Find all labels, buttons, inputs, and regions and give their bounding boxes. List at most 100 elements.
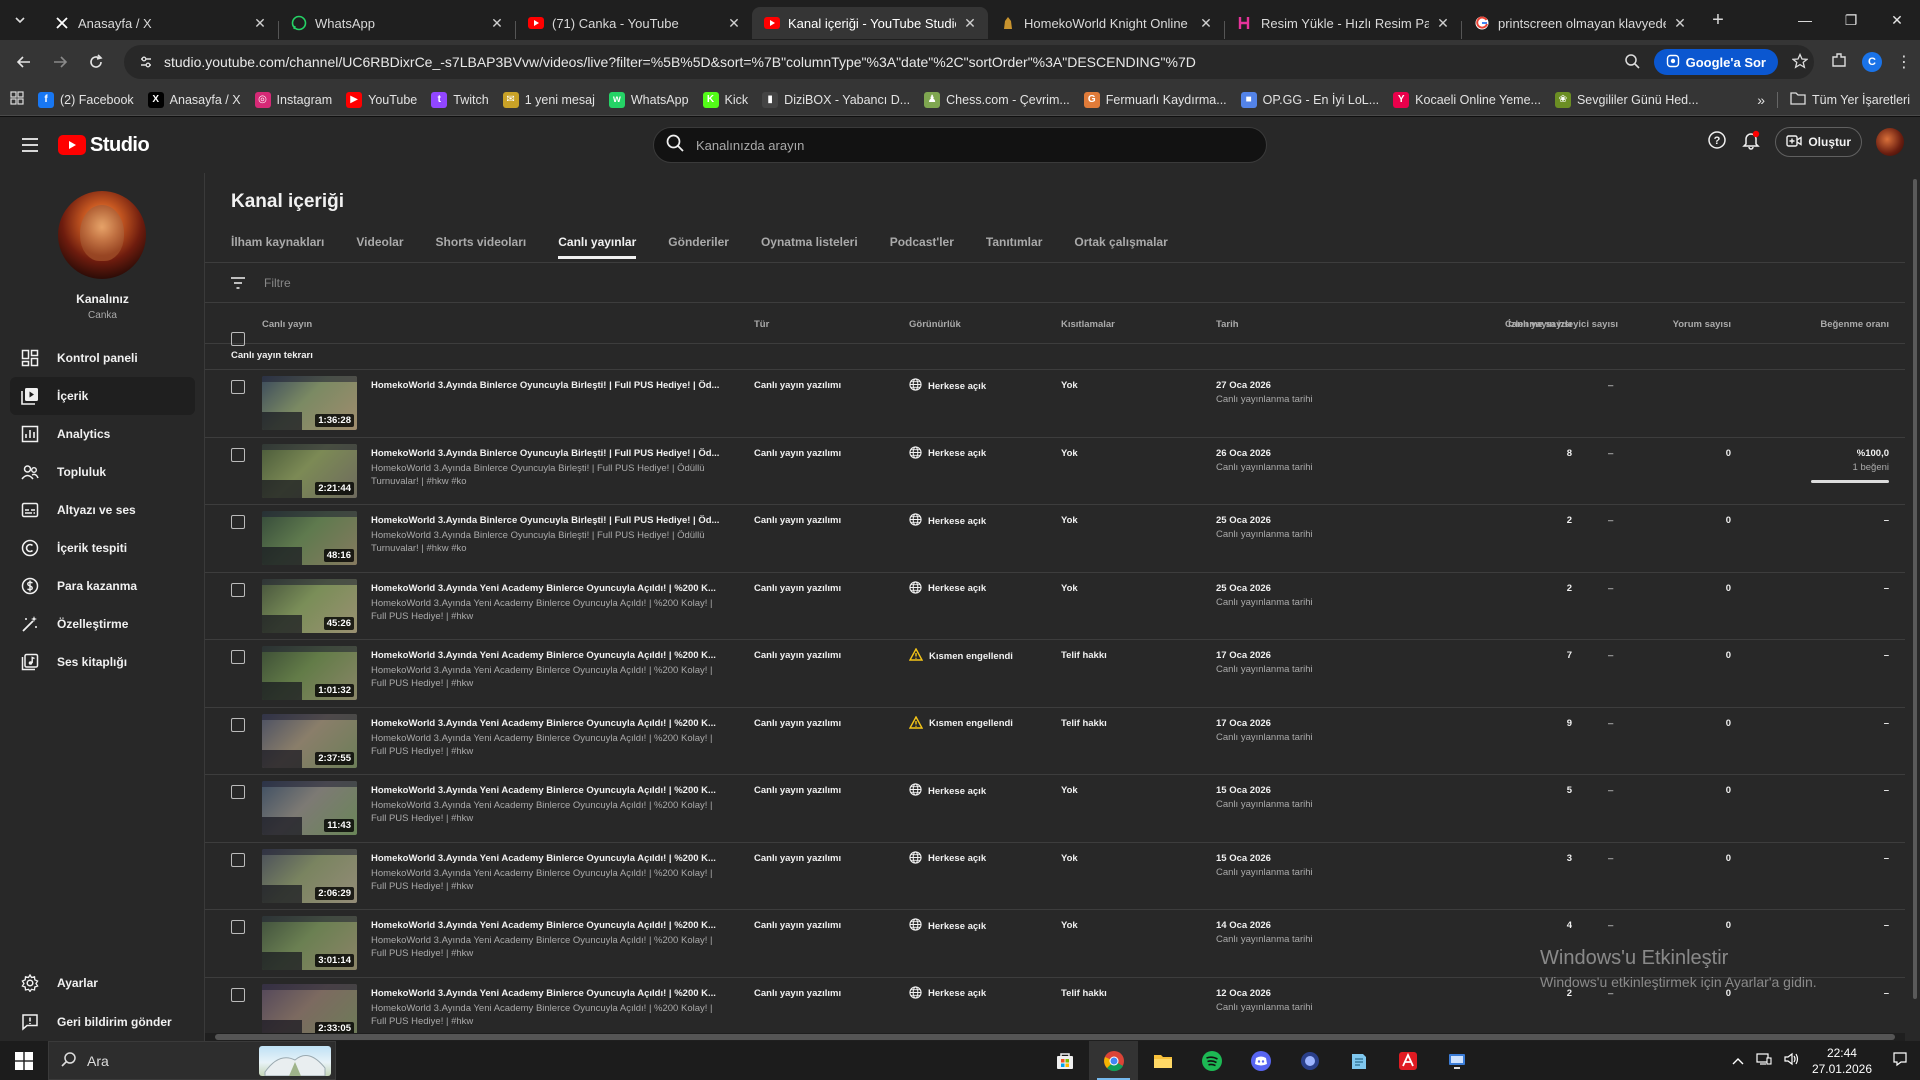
visibility-cell[interactable]: Herkese açık (909, 513, 986, 529)
col-type[interactable]: Tür (754, 319, 769, 330)
acrobat-icon[interactable] (1383, 1041, 1432, 1080)
row-checkbox[interactable] (231, 785, 245, 799)
row-checkbox[interactable] (231, 920, 245, 934)
table-row[interactable]: 48:16 HomekoWorld 3.Ayında Binlerce Oyunc… (205, 505, 1905, 573)
video-title[interactable]: HomekoWorld 3.Ayında Binlerce Oyuncuyla … (371, 515, 721, 526)
video-title[interactable]: HomekoWorld 3.Ayında Yeni Academy Binler… (371, 853, 721, 864)
zoom-icon[interactable] (1624, 53, 1640, 72)
col-likes[interactable]: Beğenme oranı (1820, 319, 1889, 330)
spotify-icon[interactable] (1187, 1041, 1236, 1080)
bookmark-item[interactable]: ■ OP.GG - En İyi LoL... (1240, 91, 1379, 108)
content-tab[interactable]: Gönderiler (668, 235, 729, 259)
sidebar-item-copyright[interactable]: İçerik tespiti (0, 529, 205, 567)
account-avatar[interactable] (1876, 128, 1904, 156)
site-info-icon[interactable] (136, 52, 156, 72)
col-video[interactable]: Canlı yayın (262, 319, 312, 330)
start-button[interactable] (0, 1041, 48, 1080)
remote-icon[interactable] (1432, 1041, 1481, 1080)
bookmark-item[interactable]: ▶ YouTube (346, 91, 417, 108)
reload-button[interactable] (80, 46, 112, 78)
store-icon[interactable] (1040, 1041, 1089, 1080)
col-comments[interactable]: Yorum sayısı (1673, 319, 1731, 330)
discord-icon[interactable] (1236, 1041, 1285, 1080)
content-tab[interactable]: İlham kaynakları (231, 235, 324, 259)
forward-button[interactable] (44, 46, 76, 78)
visibility-cell[interactable]: Kısmen engellendi (908, 715, 1013, 732)
row-checkbox[interactable] (231, 717, 245, 732)
video-title[interactable]: HomekoWorld 3.Ayında Yeni Academy Binler… (371, 583, 721, 594)
bookmark-item[interactable]: Y Kocaeli Online Yeme... (1393, 91, 1541, 108)
sidebar-item-settings[interactable]: Ayarlar (0, 963, 205, 1002)
video-thumbnail[interactable]: 2:21:44 (262, 443, 357, 498)
table-row[interactable]: 2:37:55 HomekoWorld 3.Ayında Yeni Academy… (205, 708, 1905, 775)
sidebar-item-content[interactable]: İçerik (10, 377, 195, 415)
tab-close-icon[interactable]: ✕ (1198, 15, 1214, 31)
all-bookmarks-folder[interactable]: Tüm Yer İşaretleri (1790, 91, 1910, 108)
video-thumbnail[interactable]: 45:26 (262, 578, 357, 633)
browser-tab[interactable]: HomekoWorld Knight Online P ✕ (988, 7, 1224, 39)
video-title[interactable]: HomekoWorld 3.Ayında Binlerce Oyuncuyla … (371, 380, 721, 391)
sidebar-item-monetization[interactable]: Para kazanma (0, 567, 205, 605)
col-date[interactable]: Tarih (1216, 319, 1239, 330)
clock[interactable]: 22:44 27.01.2026 (1812, 1045, 1872, 1077)
bookmark-item[interactable]: f (2) Facebook (38, 91, 134, 108)
volume-icon[interactable] (1784, 1052, 1800, 1069)
video-title[interactable]: HomekoWorld 3.Ayında Yeni Academy Binler… (371, 785, 721, 796)
visibility-cell[interactable]: Kısmen engellendi (908, 647, 1013, 664)
col-restrictions[interactable]: Kısıtlamalar (1061, 319, 1115, 330)
filter-placeholder[interactable]: Filtre (264, 276, 291, 290)
browser-tab[interactable]: Kanal içeriği - YouTube Studio ✕ (752, 7, 988, 39)
row-checkbox[interactable] (231, 852, 245, 867)
browser-tab[interactable]: (71) Canka - YouTube ✕ (516, 7, 752, 39)
notification-center-icon[interactable] (1892, 1051, 1908, 1070)
table-row[interactable]: 2:06:29 HomekoWorld 3.Ayında Yeni Academy… (205, 843, 1905, 910)
browser-tab[interactable]: WhatsApp ✕ (279, 7, 515, 39)
video-thumbnail[interactable]: 3:01:14 (262, 916, 357, 970)
bookmark-item[interactable]: K Kick (702, 91, 748, 108)
video-thumbnail[interactable]: 2:33:05 (262, 983, 357, 1038)
horizontal-scrollbar[interactable] (205, 1033, 1905, 1041)
tab-close-icon[interactable]: ✕ (726, 15, 742, 31)
minimize-button[interactable]: — (1782, 0, 1828, 40)
row-checkbox[interactable] (231, 380, 245, 394)
profile-avatar[interactable]: C (1862, 52, 1882, 72)
bookmark-item[interactable]: ✉ 1 yeni mesaj (502, 91, 595, 108)
sidebar-item-customization[interactable]: Özelleştirme (0, 605, 205, 643)
visibility-cell[interactable]: Herkese açık (909, 918, 986, 934)
table-row[interactable]: 2:21:44 HomekoWorld 3.Ayında Binlerce Oyu… (205, 438, 1905, 505)
bookmark-item[interactable]: X Anasayfa / X (147, 91, 241, 108)
bookmark-item[interactable]: t Twitch (431, 91, 489, 108)
video-title[interactable]: HomekoWorld 3.Ayında Binlerce Oyuncuyla … (371, 448, 721, 459)
notifications-icon[interactable] (1741, 130, 1761, 155)
extensions-icon[interactable] (1830, 51, 1848, 74)
video-title[interactable]: HomekoWorld 3.Ayında Yeni Academy Binler… (371, 988, 721, 999)
video-title[interactable]: HomekoWorld 3.Ayında Yeni Academy Binler… (371, 920, 721, 931)
channel-search[interactable] (653, 127, 1267, 163)
content-tab[interactable]: Podcast'ler (890, 235, 954, 259)
chrome-icon[interactable] (1089, 1041, 1138, 1080)
bookmark-item[interactable]: ◎ Instagram (254, 91, 332, 108)
content-tab[interactable]: Tanıtımlar (986, 235, 1042, 259)
ask-google-button[interactable]: Google'a Sor (1653, 49, 1778, 75)
filter-bar[interactable]: Filtre (205, 263, 1905, 303)
table-row[interactable]: 11:43 HomekoWorld 3.Ayında Yeni Academy B… (205, 775, 1905, 843)
back-button[interactable] (8, 46, 40, 78)
tab-close-icon[interactable]: ✕ (252, 15, 268, 31)
restore-button[interactable]: ❐ (1828, 0, 1874, 40)
new-tab-button[interactable]: + (1704, 6, 1732, 34)
bookmark-item[interactable]: G Fermuarlı Kaydırma... (1083, 91, 1227, 108)
video-thumbnail[interactable]: 2:06:29 (262, 848, 357, 903)
bookmark-item[interactable]: ▮ DiziBOX - Yabancı D... (762, 91, 910, 108)
network-icon[interactable] (1756, 1052, 1772, 1069)
table-row[interactable]: 45:26 HomekoWorld 3.Ayında Yeni Academy B… (205, 573, 1905, 640)
filter-icon[interactable] (228, 273, 248, 293)
tray-overflow-icon[interactable] (1732, 1054, 1744, 1068)
create-button[interactable]: Oluştur (1775, 127, 1862, 157)
tab-close-icon[interactable]: ✕ (962, 15, 978, 31)
visibility-cell[interactable]: Herkese açık (909, 850, 986, 867)
visibility-cell[interactable]: Herkese açık (909, 378, 986, 394)
channel-search-input[interactable] (696, 137, 1236, 153)
visibility-cell[interactable]: Herkese açık (909, 580, 986, 597)
explorer-icon[interactable] (1138, 1041, 1187, 1080)
bookmark-star-icon[interactable] (1791, 52, 1809, 72)
